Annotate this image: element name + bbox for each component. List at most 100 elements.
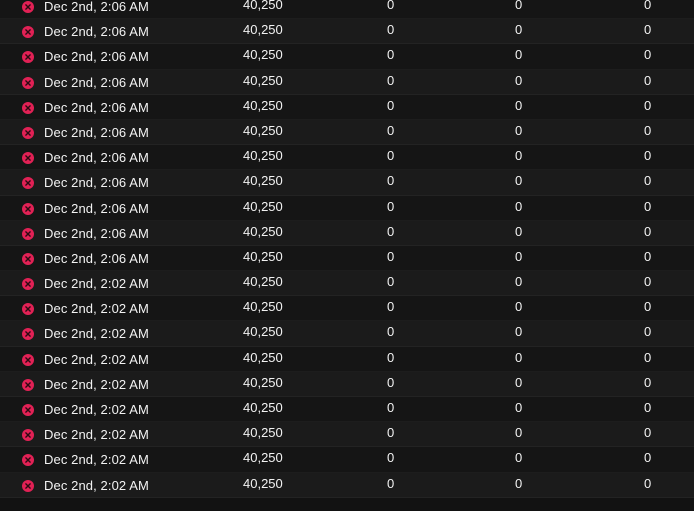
row-amount: 40,250 [243, 22, 283, 38]
row-value-3: 0 [515, 248, 523, 264]
row-value-3: 0 [515, 450, 523, 466]
row-date: Dec 2nd, 2:02 AM [44, 326, 149, 342]
row-value-3: 0 [515, 374, 523, 390]
table-row[interactable]: Dec 2nd, 2:02 AM 40,250 0 0 0 [0, 472, 694, 498]
table-row[interactable]: Dec 2nd, 2:06 AM 40,250 0 0 0 [0, 0, 694, 20]
row-amount: 40,250 [243, 148, 283, 164]
row-amount: 40,250 [243, 374, 283, 390]
row-date: Dec 2nd, 2:02 AM [44, 276, 149, 292]
row-date: Dec 2nd, 2:06 AM [44, 250, 149, 266]
row-value-2: 0 [387, 173, 395, 189]
row-value-3: 0 [515, 299, 523, 315]
row-amount: 40,250 [243, 400, 283, 415]
row-amount: 40,250 [243, 97, 283, 113]
row-value-2: 0 [387, 47, 395, 63]
status-error-icon [22, 202, 34, 215]
table-row[interactable]: Dec 2nd, 2:06 AM 40,250 0 0 0 [0, 119, 694, 146]
row-value-3: 0 [515, 0, 523, 12]
row-value-2: 0 [387, 299, 395, 315]
row-value-3: 0 [515, 274, 523, 290]
row-value-4: 0 [644, 72, 652, 88]
table-row[interactable]: Dec 2nd, 2:02 AM 40,250 0 0 0 [0, 271, 694, 297]
row-date: Dec 2nd, 2:06 AM [44, 0, 149, 14]
table-row[interactable]: Dec 2nd, 2:06 AM 40,250 0 0 0 [0, 19, 694, 45]
status-error-icon [22, 26, 34, 39]
table-row[interactable]: Dec 2nd, 2:02 AM 40,250 0 0 0 [0, 346, 694, 372]
table-row[interactable]: Dec 2nd, 2:06 AM 40,250 0 0 0 [0, 69, 694, 95]
table-row[interactable]: Dec 2nd, 2:02 AM 40,250 0 0 0 [0, 296, 694, 322]
row-value-3: 0 [515, 97, 523, 113]
row-value-2: 0 [387, 450, 395, 466]
close-icon [25, 104, 31, 111]
row-amount: 40,250 [243, 475, 283, 491]
table-row[interactable]: Dec 2nd, 2:06 AM 40,250 0 0 0 [0, 195, 694, 221]
row-value-3: 0 [515, 425, 523, 441]
row-value-3: 0 [515, 475, 523, 491]
close-icon [25, 281, 31, 287]
status-error-icon [22, 152, 34, 165]
row-value-2: 0 [387, 425, 395, 441]
row-value-4: 0 [644, 324, 652, 340]
close-icon [25, 130, 31, 136]
row-value-4: 0 [644, 223, 652, 239]
row-amount: 40,250 [243, 450, 283, 466]
row-value-2: 0 [387, 0, 395, 12]
table-row[interactable]: Dec 2nd, 2:02 AM 40,250 0 0 0 [0, 422, 694, 448]
transactions-table: Dec 2nd, 2:06 AM 40,250 0 0 0 Dec 2nd, 2:06 A… [0, 0, 694, 498]
close-icon [25, 457, 31, 464]
row-value-2: 0 [387, 223, 395, 239]
table-row[interactable]: Dec 2nd, 2:02 AM 40,250 0 0 0 [0, 321, 694, 347]
row-value-2: 0 [387, 97, 395, 113]
row-value-3: 0 [515, 148, 523, 164]
close-icon [25, 4, 31, 10]
table-row[interactable]: Dec 2nd, 2:06 AM 40,250 0 0 0 [0, 245, 694, 272]
row-amount: 40,250 [243, 223, 283, 239]
table-row[interactable]: Dec 2nd, 2:06 AM 40,250 0 0 0 [0, 220, 694, 246]
row-date: Dec 2nd, 2:06 AM [44, 200, 149, 216]
close-icon [25, 356, 31, 363]
row-value-2: 0 [387, 324, 395, 340]
table-row[interactable]: Dec 2nd, 2:06 AM 40,250 0 0 0 [0, 145, 694, 171]
row-amount: 40,250 [243, 299, 283, 315]
row-value-4: 0 [644, 274, 652, 290]
close-icon [25, 482, 31, 489]
table-row[interactable]: Dec 2nd, 2:06 AM 40,250 0 0 0 [0, 170, 694, 196]
row-date: Dec 2nd, 2:02 AM [44, 402, 149, 417]
status-error-icon [22, 479, 34, 492]
row-value-2: 0 [387, 349, 395, 365]
status-error-icon [22, 51, 34, 64]
table-row[interactable]: Dec 2nd, 2:06 AM 40,250 0 0 0 [0, 94, 694, 120]
row-date: Dec 2nd, 2:02 AM [44, 452, 149, 468]
row-value-3: 0 [515, 349, 523, 365]
status-error-icon [22, 378, 34, 391]
row-value-4: 0 [644, 450, 652, 466]
row-value-4: 0 [644, 400, 652, 415]
close-icon [25, 79, 31, 86]
row-value-4: 0 [644, 198, 652, 214]
row-value-2: 0 [387, 198, 395, 214]
row-amount: 40,250 [243, 198, 283, 214]
row-value-3: 0 [515, 198, 523, 214]
row-date: Dec 2nd, 2:02 AM [44, 427, 149, 443]
status-error-icon [22, 404, 34, 416]
row-value-4: 0 [644, 0, 652, 12]
row-value-2: 0 [387, 122, 395, 138]
row-value-3: 0 [515, 324, 523, 340]
row-date: Dec 2nd, 2:02 AM [44, 351, 149, 367]
close-icon [25, 306, 31, 313]
row-date: Dec 2nd, 2:06 AM [44, 99, 149, 115]
row-value-4: 0 [644, 248, 652, 264]
row-value-2: 0 [387, 274, 395, 290]
table-row[interactable]: Dec 2nd, 2:02 AM 40,250 0 0 0 [0, 371, 694, 397]
row-date: Dec 2nd, 2:02 AM [44, 301, 149, 317]
row-value-4: 0 [644, 349, 652, 365]
row-amount: 40,250 [243, 122, 283, 138]
table-row[interactable]: Dec 2nd, 2:02 AM 40,250 0 0 0 [0, 447, 694, 473]
table-row[interactable]: Dec 2nd, 2:02 AM 40,250 0 0 0 [0, 397, 694, 423]
row-date: Dec 2nd, 2:02 AM [44, 477, 149, 493]
table-row[interactable]: Dec 2nd, 2:06 AM 40,250 0 0 0 [0, 44, 694, 70]
status-error-icon [22, 76, 34, 89]
row-amount: 40,250 [243, 274, 283, 290]
status-error-icon [22, 1, 34, 13]
row-value-3: 0 [515, 72, 523, 88]
